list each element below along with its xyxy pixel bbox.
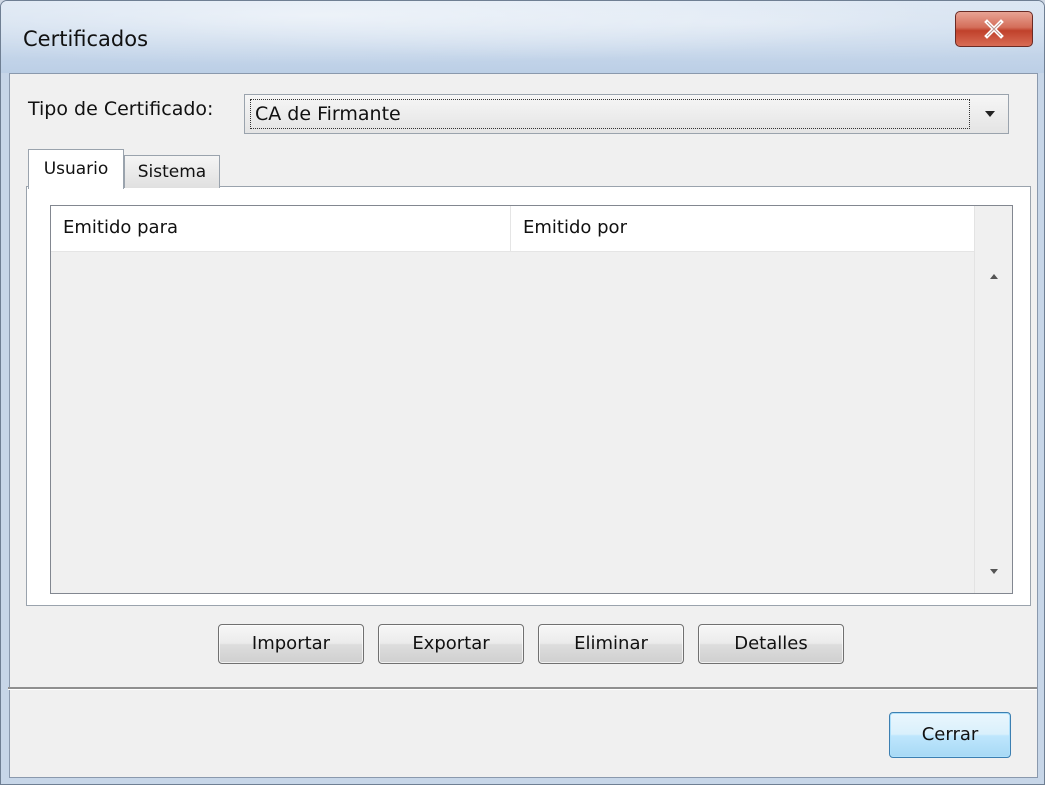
scroll-up-icon[interactable] bbox=[975, 266, 1013, 286]
window-title: Certificados bbox=[23, 27, 149, 51]
import-button[interactable]: Importar bbox=[218, 624, 364, 664]
vertical-scrollbar[interactable] bbox=[974, 206, 1012, 593]
column-header-issued-by[interactable]: Emitido por bbox=[511, 206, 974, 251]
details-button[interactable]: Detalles bbox=[698, 624, 844, 664]
delete-button[interactable]: Eliminar bbox=[538, 624, 684, 664]
footer-divider bbox=[8, 687, 1037, 690]
scroll-down-icon[interactable] bbox=[975, 561, 1013, 581]
certificate-type-select[interactable]: CA de Firmante bbox=[244, 94, 1009, 134]
tab-sistema[interactable]: Sistema bbox=[124, 155, 220, 188]
close-window-button[interactable] bbox=[955, 11, 1033, 47]
list-header: Emitido para Emitido por bbox=[51, 206, 974, 252]
chevron-down-icon[interactable] bbox=[972, 95, 1008, 133]
close-x-icon bbox=[983, 19, 1005, 39]
certificate-type-value: CA de Firmante bbox=[250, 99, 970, 129]
tab-usuario[interactable]: Usuario bbox=[28, 149, 124, 189]
title-bar[interactable]: Certificados bbox=[1, 1, 1044, 73]
certificates-list[interactable]: Emitido para Emitido por bbox=[50, 205, 1013, 594]
close-button[interactable]: Cerrar bbox=[889, 712, 1011, 758]
certificate-type-label: Tipo de Certificado: bbox=[28, 98, 214, 120]
export-button[interactable]: Exportar bbox=[378, 624, 524, 664]
column-header-issued-to[interactable]: Emitido para bbox=[51, 206, 511, 251]
